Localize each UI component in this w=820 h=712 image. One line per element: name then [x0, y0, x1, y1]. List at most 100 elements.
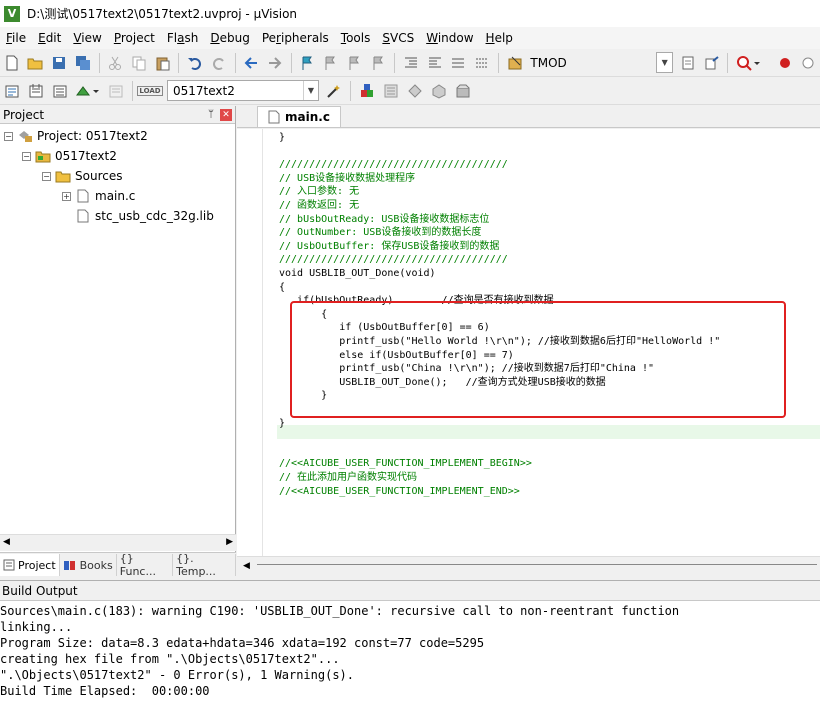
rebuild-button[interactable] — [49, 80, 71, 102]
project-tab-icon — [3, 559, 15, 571]
pin-icon[interactable]: ᛘ — [208, 109, 214, 120]
chevron-down-icon: ▼ — [661, 58, 668, 67]
code-line: ////////////////////////////////////// — [279, 254, 508, 266]
find-in-files-button[interactable] — [504, 52, 526, 74]
menu-view[interactable]: View — [67, 27, 107, 49]
menu-help[interactable]: Help — [480, 27, 519, 49]
save-all-button[interactable] — [72, 52, 94, 74]
build-output-line: Program Size: data=8.3 edata+hdata=346 x… — [0, 636, 485, 650]
navigate-forward-button[interactable] — [264, 52, 286, 74]
scroll-right-icon[interactable]: ▶ — [226, 537, 233, 547]
translate-icon — [5, 85, 19, 97]
target-select[interactable]: 0517text2 ▼ — [167, 80, 319, 101]
tree-item-sources-group[interactable]: − Sources — [42, 166, 122, 186]
build-button[interactable] — [25, 80, 47, 102]
menu-edit[interactable]: Edit — [32, 27, 67, 49]
rebuild-icon — [53, 85, 67, 97]
build-toolbar: LOAD 0517text2 ▼ — [0, 77, 820, 105]
find-combo-dropdown[interactable]: ▼ — [656, 52, 674, 73]
code-editor[interactable]: }///////////////////////////////////////… — [237, 129, 820, 556]
copy-button[interactable] — [128, 52, 150, 74]
undo-button[interactable] — [184, 52, 206, 74]
target-options-button[interactable] — [323, 80, 345, 102]
save-all-icon — [75, 55, 90, 70]
toolbar-separator — [98, 52, 100, 73]
books-button[interactable] — [452, 80, 474, 102]
bookmark-button[interactable] — [297, 52, 319, 74]
paste-button[interactable] — [152, 52, 174, 74]
find-combo-text[interactable]: TMOD — [530, 56, 656, 70]
new-file-button[interactable] — [1, 52, 23, 74]
line-gutter[interactable] — [237, 129, 263, 556]
tab-templates[interactable]: {}. Temp... — [173, 552, 236, 578]
collapse-icon[interactable]: − — [22, 151, 31, 161]
select-packs-button[interactable] — [380, 80, 402, 102]
lib-file-icon — [75, 209, 91, 223]
tab-functions[interactable]: {} Func... — [117, 552, 174, 578]
cut-button[interactable] — [104, 52, 126, 74]
scroll-left-icon[interactable]: ◀ — [243, 561, 250, 571]
menu-debug[interactable]: Debug — [204, 27, 255, 49]
stop-build-button[interactable] — [105, 80, 127, 102]
indent-button[interactable] — [400, 52, 422, 74]
find-replace-button[interactable] — [701, 52, 723, 74]
target-folder-icon — [35, 149, 51, 163]
scroll-track[interactable] — [257, 564, 817, 570]
menu-file[interactable]: File — [0, 27, 32, 49]
project-panel-tabs: Project Books {} Func... {}. Temp... — [0, 552, 236, 578]
code-line: void USBLIB_OUT_Done(void) — [279, 268, 436, 279]
menu-project[interactable]: Project — [108, 27, 161, 49]
tab-project[interactable]: Project — [0, 554, 60, 576]
menu-svcs[interactable]: SVCS — [376, 27, 420, 49]
pack-installer-button[interactable] — [428, 80, 450, 102]
incremental-find-button[interactable] — [677, 52, 699, 74]
debug-session-button[interactable] — [733, 52, 762, 74]
code-line: // 入口参数: 无 — [279, 186, 360, 198]
tree-item-target[interactable]: − 0517text2 — [22, 146, 117, 166]
uncomment-button[interactable] — [471, 52, 493, 74]
manage-project-items-button[interactable] — [356, 80, 378, 102]
code-line: // OutNumber: USB设备接收到的数据长度 — [279, 227, 482, 239]
group-label: Sources — [75, 169, 123, 183]
code-line: // 在此添加用户函数实现代码 — [279, 472, 418, 483]
editor-hscrollbar[interactable]: ◀ — [237, 556, 820, 576]
menu-window[interactable]: Window — [420, 27, 479, 49]
package-icon — [456, 84, 470, 97]
redo-button[interactable] — [208, 52, 230, 74]
tree-item-main-c[interactable]: + main.c — [62, 186, 135, 206]
project-hscrollbar[interactable]: ◀ ▶ — [0, 534, 236, 551]
save-icon — [53, 56, 66, 69]
navigate-back-button[interactable] — [241, 52, 263, 74]
manage-rte-button[interactable] — [404, 80, 426, 102]
next-bookmark-button[interactable] — [344, 52, 366, 74]
translate-button[interactable] — [1, 80, 23, 102]
magnifier-debug-icon — [737, 55, 761, 71]
tree-item-lib[interactable]: stc_usb_cdc_32g.lib — [75, 206, 214, 226]
menu-flash[interactable]: Flash — [161, 27, 204, 49]
menu-peripherals[interactable]: Peripherals — [256, 27, 335, 49]
expand-icon[interactable]: + — [62, 191, 71, 201]
scroll-left-icon[interactable]: ◀ — [3, 537, 10, 547]
tab-books[interactable]: Books — [60, 554, 117, 576]
tab-main-c[interactable]: main.c — [257, 106, 341, 127]
insert-breakpoint-button[interactable] — [774, 52, 796, 74]
close-icon[interactable]: ✕ — [220, 108, 232, 121]
save-button[interactable] — [48, 52, 70, 74]
download-button[interactable]: LOAD — [137, 80, 163, 102]
target-select-value: 0517text2 — [173, 83, 235, 98]
magic-wand-icon — [327, 84, 340, 98]
collapse-icon[interactable]: − — [42, 171, 51, 181]
prev-bookmark-button[interactable] — [320, 52, 342, 74]
editor-panel: main.c } ////////////////////////////////… — [237, 106, 820, 576]
menu-tools[interactable]: Tools — [335, 27, 377, 49]
unindent-button[interactable] — [424, 52, 446, 74]
code-line: // bUsbOutReady: USB设备接收数据标志位 — [279, 213, 490, 225]
clear-bookmarks-button[interactable] — [368, 52, 390, 74]
tree-item-project[interactable]: − Project: 0517text2 — [4, 126, 148, 146]
find-replace-icon — [705, 55, 719, 69]
collapse-icon[interactable]: − — [4, 131, 13, 141]
open-file-button[interactable] — [25, 52, 47, 74]
comment-button[interactable] — [448, 52, 470, 74]
toggle-breakpoint-button[interactable] — [798, 52, 820, 74]
batch-build-button[interactable] — [73, 80, 103, 102]
